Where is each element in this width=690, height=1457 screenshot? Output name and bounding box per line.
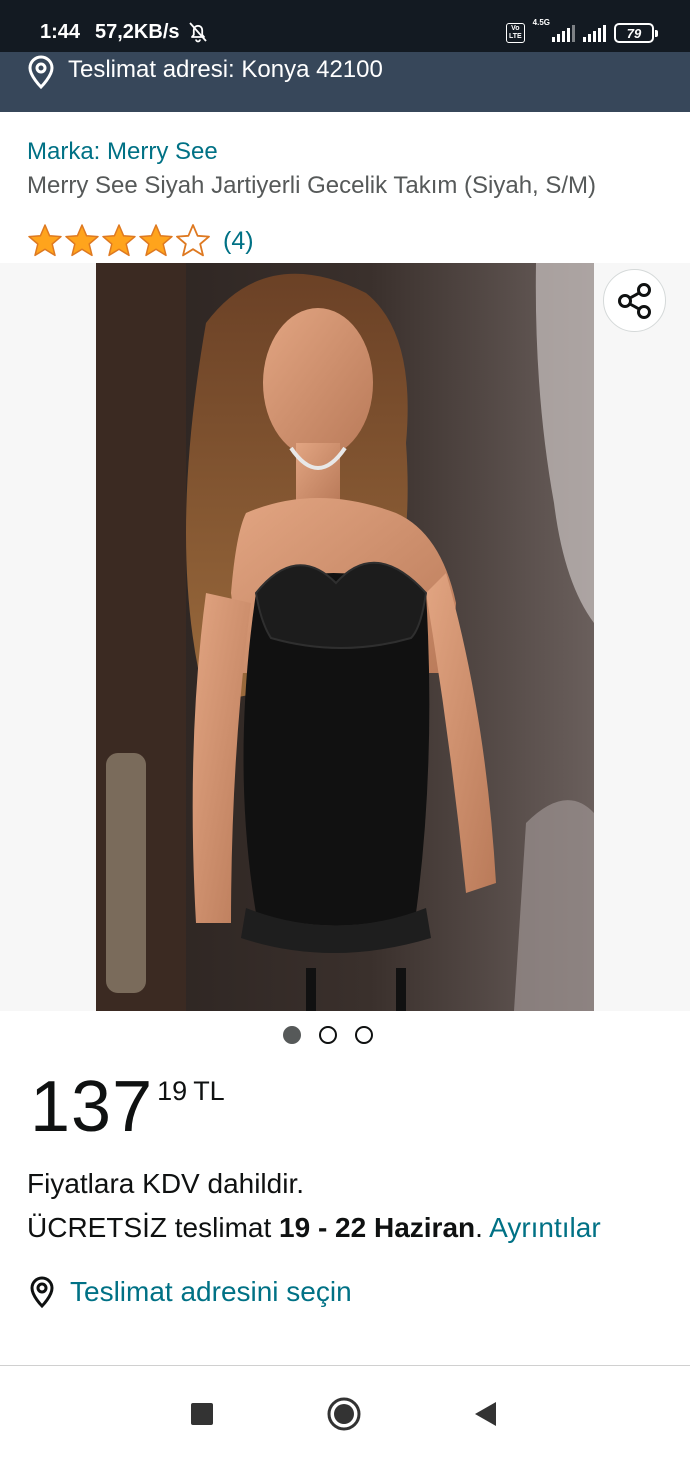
details-link[interactable]: Ayrıntılar [489, 1212, 601, 1243]
tax-note: Fiyatlara KDV dahildir. [27, 1168, 305, 1199]
price: 137 19 TL [30, 1068, 225, 1146]
delivery-address-bar[interactable]: Teslimat adresi: Konya 42100 [0, 52, 690, 112]
star-filled-icon [139, 224, 173, 257]
price-fraction: 19 [157, 1076, 188, 1106]
network-type: 4.5G [532, 18, 550, 27]
battery-level: 79 [626, 25, 642, 41]
delivery-suffix: . [475, 1212, 483, 1243]
carousel-dot[interactable] [283, 1026, 301, 1044]
brand-link[interactable]: Marka: Merry See [27, 138, 218, 166]
image-gallery[interactable] [0, 263, 690, 1011]
recent-apps-button[interactable] [184, 1396, 220, 1432]
product-image[interactable] [96, 263, 594, 1011]
star-filled-icon [102, 224, 136, 257]
price-currency: TL [193, 1076, 225, 1106]
star-empty-icon [176, 224, 210, 257]
star-filled-icon [28, 224, 62, 257]
back-button[interactable] [467, 1396, 503, 1432]
square-icon [191, 1403, 213, 1425]
signal-icon-2 [583, 24, 606, 42]
delivery-prefix: ÜCRETSİZ teslimat [27, 1212, 272, 1243]
review-count-link[interactable]: (4) [223, 227, 254, 256]
star-filled-icon [65, 224, 99, 257]
signal-icon [552, 24, 575, 42]
volte-icon: Vo LTE [505, 23, 525, 43]
product-title: Merry See Siyah Jartiyerli Gecelik Takım… [27, 172, 597, 199]
price-whole: 137 [30, 1067, 154, 1147]
rating-row[interactable]: (4) [27, 224, 254, 258]
circle-icon [327, 1397, 361, 1431]
share-icon [617, 282, 651, 319]
triangle-back-icon [475, 1402, 496, 1426]
carousel-dot[interactable] [355, 1026, 373, 1044]
battery-icon: 79 [614, 23, 658, 43]
status-icons: Vo LTE 4.5G 79 [505, 18, 658, 46]
select-address-link[interactable]: Teslimat adresini seçin [26, 1272, 352, 1312]
system-nav-bar [0, 1365, 690, 1457]
carousel-dot[interactable] [319, 1026, 337, 1044]
status-time: 1:44 [40, 21, 81, 43]
status-bar: 1:44 57,2KB/s Vo LTE 4.5G 79 [0, 0, 690, 52]
location-pin-icon [30, 1276, 54, 1309]
bell-off-icon [189, 22, 207, 43]
network-speed: 57,2KB/s [95, 21, 180, 43]
delivery-info: ÜCRETSİZ teslimat 19 - 22 Haziran. Ayrın… [27, 1212, 601, 1244]
home-button[interactable] [326, 1396, 362, 1432]
select-address-text: Teslimat adresini seçin [70, 1276, 352, 1307]
location-pin-icon [28, 55, 54, 90]
share-button[interactable] [603, 269, 666, 332]
delivery-dates: 19 - 22 Haziran [279, 1212, 476, 1243]
carousel-dots [0, 1026, 690, 1044]
star-rating [27, 223, 211, 259]
delivery-address-text: Teslimat adresi: Konya 42100 [68, 56, 383, 83]
